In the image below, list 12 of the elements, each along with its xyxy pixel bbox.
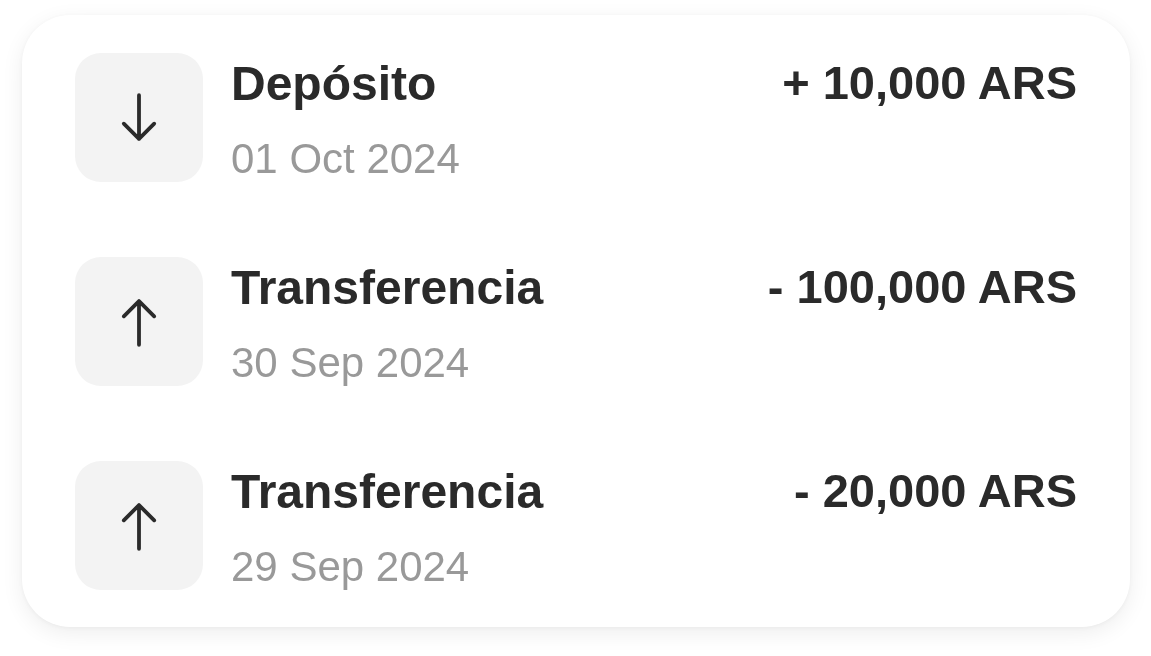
transaction-amount: + 10,000 ARS xyxy=(782,55,1077,111)
transaction-amount: - 100,000 ARS xyxy=(767,259,1077,315)
transaction-date: 01 Oct 2024 xyxy=(231,133,460,184)
arrow-up-icon xyxy=(75,461,203,590)
transaction-amount: - 20,000 ARS xyxy=(794,463,1077,519)
transaction-date: 29 Sep 2024 xyxy=(231,541,470,592)
arrow-down-icon xyxy=(75,53,203,182)
arrow-up-icon xyxy=(75,257,203,386)
transaction-title: Transferencia xyxy=(231,464,544,520)
transaction-title: Transferencia xyxy=(231,260,544,316)
transaction-date: 30 Sep 2024 xyxy=(231,337,470,388)
transaction-title: Depósito xyxy=(231,56,437,112)
